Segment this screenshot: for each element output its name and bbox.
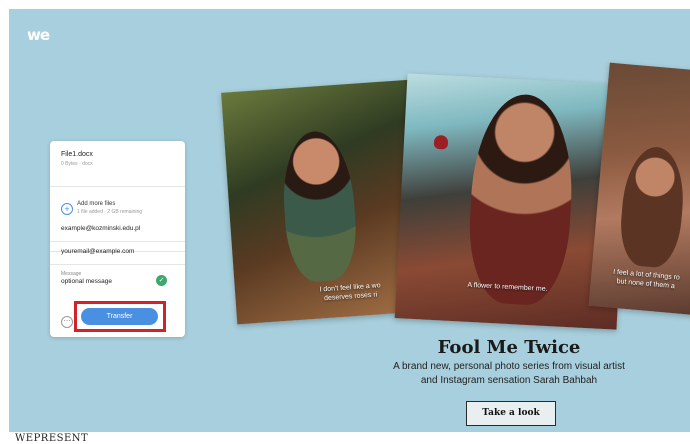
file-meta: 0 Bytes · docx bbox=[61, 161, 93, 167]
photo-subject bbox=[465, 92, 577, 307]
add-files-button[interactable]: + Add more files 1 file added · 2 GB rem… bbox=[50, 187, 185, 252]
divider bbox=[50, 241, 185, 242]
rose-flower bbox=[433, 134, 449, 150]
wetransfer-logo[interactable]: we bbox=[27, 26, 50, 44]
promo-subtitle-line2: and Instagram sensation Sarah Bahbah bbox=[420, 375, 598, 386]
wepresent-label[interactable]: WEPRESENT bbox=[15, 433, 88, 444]
divider bbox=[50, 264, 185, 265]
email-from-field[interactable]: youremail@example.com bbox=[61, 248, 181, 255]
promo-subtitle-line1: A brand new, personal photo series from … bbox=[393, 361, 625, 372]
file-name: File1.docx bbox=[61, 151, 93, 158]
add-files-meta: 1 file added · 2 GB remaining bbox=[77, 209, 143, 215]
photo-subject bbox=[617, 144, 688, 270]
transfer-button[interactable]: Transfer bbox=[81, 308, 158, 325]
grammar-check-icon: ✓ bbox=[156, 275, 167, 286]
more-options-icon[interactable]: ⋯ bbox=[61, 316, 73, 328]
promo-title: Fool Me Twice bbox=[437, 337, 581, 358]
take-a-look-button[interactable]: Take a look bbox=[466, 401, 556, 426]
add-files-label: Add more files bbox=[77, 201, 116, 207]
photo-subject bbox=[279, 129, 360, 284]
email-to-field[interactable]: example@kozminski.edu.pl bbox=[61, 225, 181, 232]
upload-panel: File1.docx 0 Bytes · docx + Add more fil… bbox=[50, 141, 185, 337]
file-item[interactable]: File1.docx 0 Bytes · docx bbox=[50, 141, 185, 187]
hero-background: we I don't feel like a wo deserves roses… bbox=[9, 9, 690, 432]
plus-circle-icon: + bbox=[61, 203, 73, 215]
message-label: Message bbox=[61, 271, 82, 277]
message-field[interactable]: optional message bbox=[61, 278, 112, 285]
